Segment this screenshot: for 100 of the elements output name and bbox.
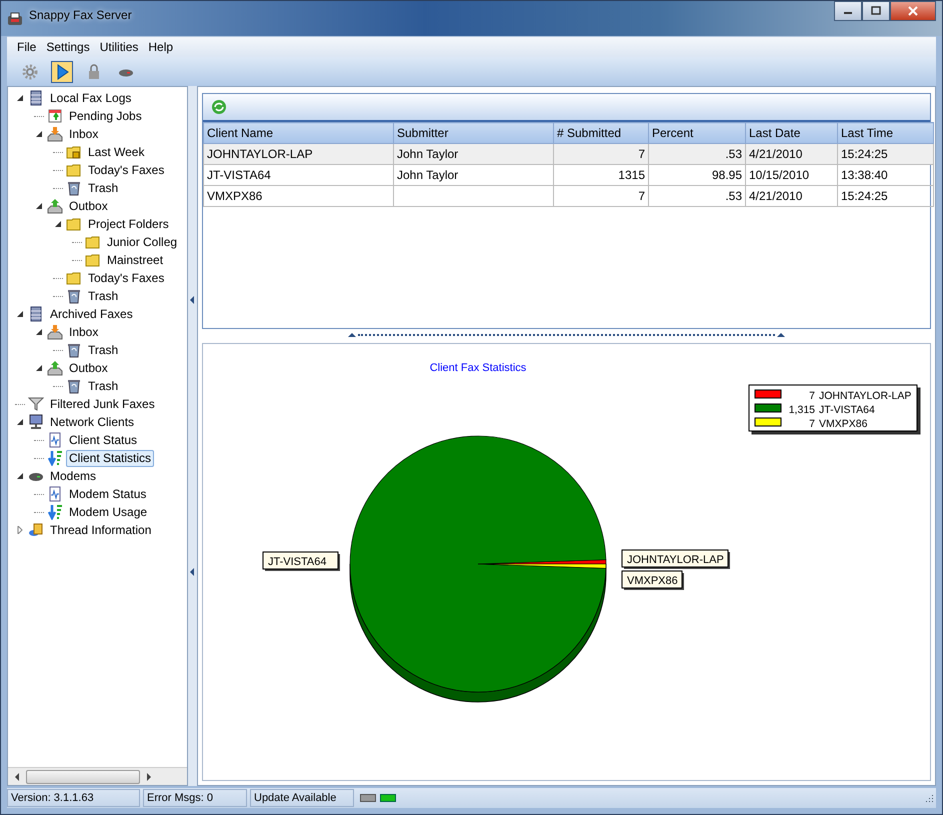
chart-title: Client Fax Statistics: [430, 362, 526, 374]
trash-icon: [66, 342, 82, 358]
tree-item[interactable]: Modems: [47, 468, 100, 484]
expander-icon[interactable]: [54, 220, 62, 228]
tree-item[interactable]: Project Folders: [85, 216, 172, 232]
column-header[interactable]: # Submitted: [554, 122, 648, 144]
table-cell: 10/15/2010: [749, 168, 810, 182]
tree-item[interactable]: Modem Usage: [66, 504, 150, 520]
expander-icon[interactable]: [16, 472, 24, 480]
calendar-icon: [47, 108, 63, 124]
menu-item[interactable]: Settings: [41, 40, 95, 54]
status-text: Update Available: [250, 789, 354, 807]
menu-item[interactable]: Help: [143, 40, 178, 54]
computer-icon: [28, 414, 44, 430]
tree-item[interactable]: Trash: [85, 342, 122, 358]
column-header[interactable]: Percent: [648, 122, 746, 144]
tree-item[interactable]: Pending Jobs: [66, 108, 145, 124]
table-cell: 13:38:40: [841, 168, 888, 182]
tree-item[interactable]: Junior Colleg: [104, 234, 180, 250]
slice-label: JOHNTAYLOR-LAP: [622, 550, 730, 569]
minimize-button[interactable]: [834, 1, 862, 21]
play-button[interactable]: [51, 60, 73, 82]
tree-item[interactable]: Client Statistics: [66, 450, 154, 466]
tree-item[interactable]: Inbox: [66, 126, 102, 142]
expander-icon[interactable]: [35, 130, 43, 138]
menu-item[interactable]: File: [12, 40, 42, 54]
legend-count: 7: [809, 418, 815, 430]
horizontal-scrollbar[interactable]: [8, 767, 187, 785]
padlock-icon: [86, 64, 102, 80]
menu-item[interactable]: Utilities: [94, 40, 144, 54]
status-text: Error Msgs: 0: [143, 789, 247, 807]
tree-item[interactable]: Filtered Junk Faxes: [47, 396, 158, 412]
legend-count: 1,315: [788, 404, 815, 416]
download-bars-icon: [47, 450, 63, 466]
column-header[interactable]: Submitter: [394, 122, 554, 144]
expander-icon[interactable]: [35, 364, 43, 372]
scroll-right-icon: [146, 772, 152, 780]
expander-icon[interactable]: [16, 94, 24, 102]
maximize-button[interactable]: [862, 1, 890, 21]
expander-icon[interactable]: [35, 328, 43, 336]
trash-icon: [66, 288, 82, 304]
table-cell: JOHNTAYLOR-LAP: [207, 147, 313, 161]
table-cell: .53: [725, 147, 742, 161]
column-header[interactable]: Last Time: [838, 122, 934, 144]
expander-icon[interactable]: [35, 202, 43, 210]
legend-label: VMXPX86: [819, 418, 868, 430]
expander-icon[interactable]: [16, 418, 24, 426]
tree-item[interactable]: Mainstreet: [104, 252, 166, 268]
folder-icon: [66, 270, 82, 286]
tree-item[interactable]: Local Fax Logs: [47, 90, 134, 106]
slice-label: VMXPX86: [622, 570, 684, 590]
legend-label: JT-VISTA64: [819, 404, 875, 416]
resize-grip-icon[interactable]: [924, 793, 934, 803]
tree-item[interactable]: Outbox: [66, 360, 111, 376]
table-cell: 7: [638, 189, 645, 203]
tree-item[interactable]: Archived Faxes: [47, 306, 136, 322]
tray-icon: [47, 324, 63, 340]
slice-label: JT-VISTA64: [268, 556, 326, 568]
scroll-left-icon: [14, 772, 20, 780]
table-cell: 7: [638, 147, 645, 161]
tree-item[interactable]: Inbox: [66, 324, 102, 340]
modem-indicator-icon: [360, 794, 376, 802]
tree-item[interactable]: Today's Faxes: [85, 270, 168, 286]
tray-icon: [47, 126, 63, 142]
gear-icon: [22, 64, 38, 80]
expander-icon[interactable]: [16, 310, 24, 318]
table-cell: John Taylor: [397, 147, 458, 161]
trash-icon: [66, 378, 82, 394]
table-cell: 4/21/2010: [749, 189, 802, 203]
tree-item[interactable]: Modem Status: [66, 486, 150, 502]
tree-item[interactable]: Trash: [85, 288, 122, 304]
table-row[interactable]: JT-VISTA64 John Taylor 1315 98.95 10/15/2010 13:38:40: [204, 164, 934, 186]
table-cell: 15:24:25: [841, 189, 888, 203]
close-button[interactable]: [890, 1, 936, 21]
legend-label: JOHNTAYLOR-LAP: [819, 390, 912, 402]
tray-icon: [47, 198, 63, 214]
folder-icon: [66, 216, 82, 232]
column-header[interactable]: Client Name: [204, 122, 394, 144]
legend-count: 7: [809, 390, 815, 402]
tree-item[interactable]: Trash: [85, 378, 122, 394]
refresh-icon[interactable]: [211, 99, 227, 115]
funnel-icon: [28, 396, 44, 412]
tree-item[interactable]: Trash: [85, 180, 122, 196]
fax-app-icon: [7, 10, 23, 26]
table-row[interactable]: JOHNTAYLOR-LAP John Taylor 7 .53 4/21/2010 15:24:25: [204, 144, 934, 164]
slice-label: JT-VISTA64: [262, 552, 340, 571]
tree-item[interactable]: Client Status: [66, 432, 140, 448]
column-header[interactable]: Last Date: [746, 122, 838, 144]
tree-item[interactable]: Outbox: [66, 198, 111, 214]
table-cell: .53: [725, 189, 742, 203]
modem-indicator-icon: [380, 794, 396, 802]
window-title: Snappy Fax Server: [29, 8, 132, 22]
table-row[interactable]: VMXPX86 7 .53 4/21/2010 15:24:25: [204, 186, 934, 206]
tree-item[interactable]: Last Week: [85, 144, 148, 160]
tree-item[interactable]: Thread Information: [47, 522, 154, 538]
slice-label: VMXPX86: [627, 575, 678, 587]
table-cell: John Taylor: [397, 168, 458, 182]
tree-item[interactable]: Today's Faxes: [85, 162, 168, 178]
tree-item[interactable]: Network Clients: [47, 414, 138, 430]
maximize-icon: [871, 6, 881, 16]
